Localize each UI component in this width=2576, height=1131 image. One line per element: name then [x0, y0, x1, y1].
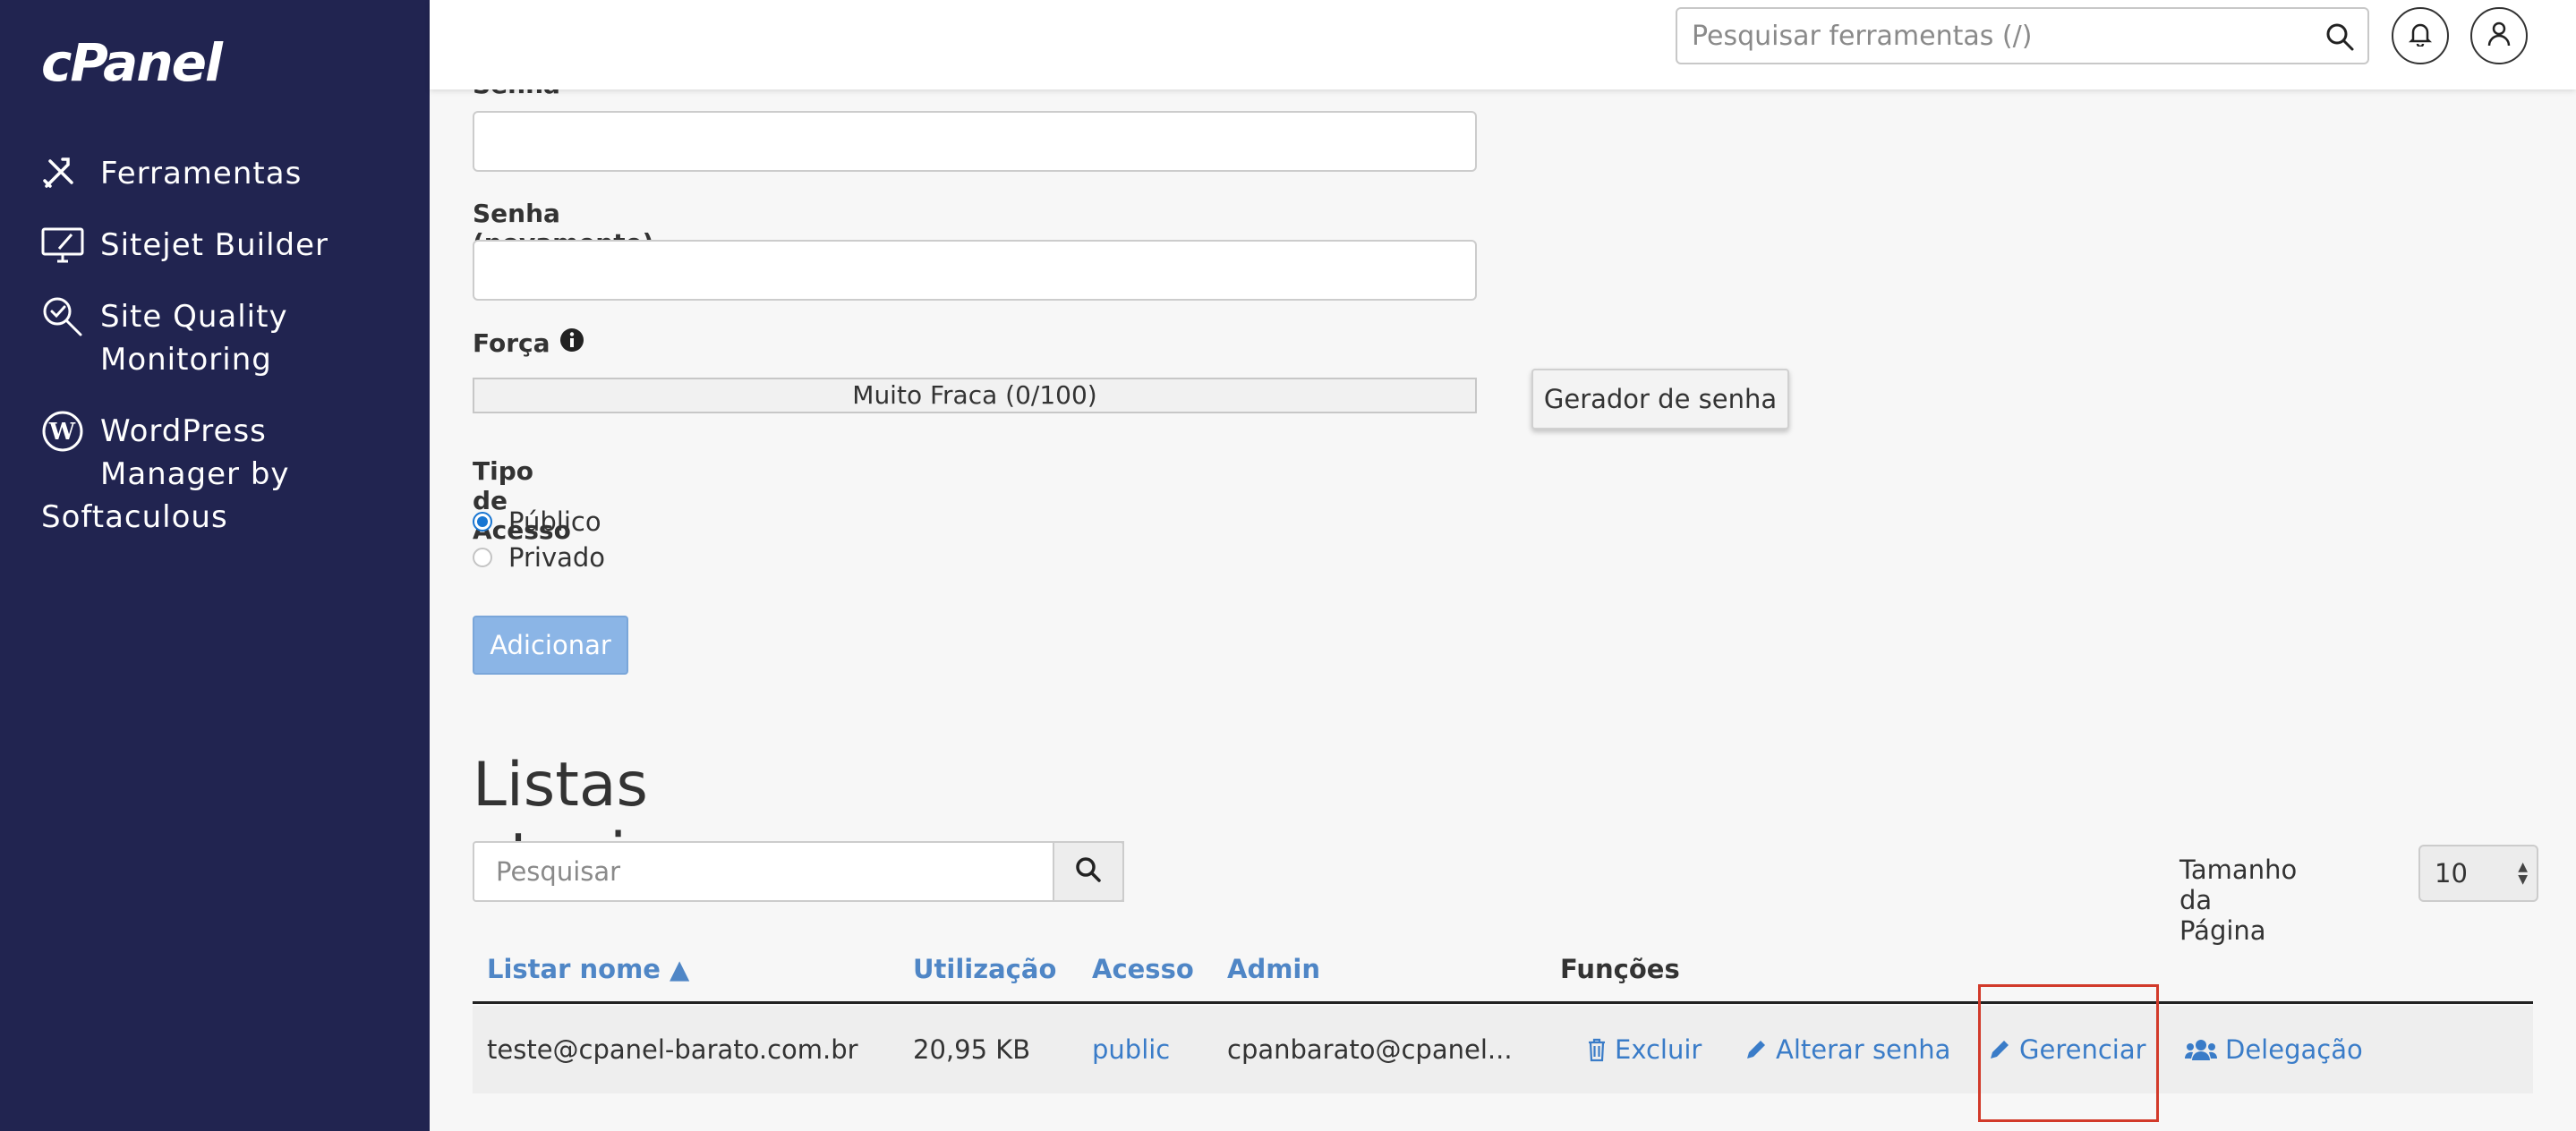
- change-password-label: Alterar senha: [1776, 1034, 1951, 1065]
- cpanel-logo[interactable]: cPanel: [41, 32, 223, 93]
- column-header-functions: Funções: [1560, 954, 1680, 984]
- radio-public[interactable]: [473, 512, 492, 531]
- manage-label: Gerenciar: [2019, 1034, 2146, 1065]
- wordpress-icon: W: [41, 410, 86, 453]
- cell-usage: 20,95 KB: [913, 1034, 1031, 1065]
- search-icon: [1075, 856, 1102, 887]
- sidebar-item-label: Ferramentas: [100, 156, 303, 191]
- delete-label: Excluir: [1615, 1034, 1702, 1065]
- delete-link[interactable]: Excluir: [1586, 1034, 1702, 1065]
- password-input[interactable]: [473, 111, 1477, 172]
- radio-label: Privado: [508, 542, 606, 573]
- strength-label-row: Força: [473, 327, 584, 359]
- cell-access-link[interactable]: public: [1092, 1034, 1170, 1065]
- tools-icon: [41, 152, 86, 195]
- delegation-label: Delegação: [2225, 1034, 2363, 1065]
- column-header-admin[interactable]: Admin: [1227, 954, 1320, 984]
- sidebar-item-label: Site Quality Monitoring: [100, 299, 288, 378]
- user-icon: [2486, 21, 2512, 51]
- svg-text:W: W: [48, 419, 76, 446]
- info-icon[interactable]: [559, 327, 584, 359]
- sidebar-item-label: Softaculous: [41, 499, 228, 535]
- list-search-button[interactable]: [1053, 841, 1124, 902]
- password-again-input[interactable]: [473, 240, 1477, 301]
- sidebar-item-sitejet[interactable]: Sitejet Builder: [41, 224, 328, 267]
- search-check-icon: [41, 295, 86, 338]
- strength-label: Força: [473, 328, 550, 358]
- top-header: [430, 0, 2576, 89]
- user-menu-button[interactable]: [2470, 7, 2528, 64]
- page-size-label: Tamanho da Página: [2179, 855, 2298, 946]
- trash-icon: [1589, 1038, 1605, 1062]
- radio-label: Público: [508, 506, 601, 537]
- sidebar-item-label: Sitejet Builder: [100, 227, 329, 263]
- access-option-public[interactable]: Público: [473, 506, 601, 537]
- add-button[interactable]: Adicionar: [473, 616, 628, 675]
- page-size-value: 10: [2435, 858, 2468, 889]
- page-size-select[interactable]: 10 ▲ ▼: [2418, 845, 2538, 902]
- delegation-link[interactable]: Delegação: [2184, 1034, 2363, 1065]
- sidebar: cPanel Ferramentas Sitejet Builder Site …: [0, 0, 430, 1131]
- table-row: teste@cpanel-barato.com.br 20,95 KB publ…: [473, 984, 2533, 1122]
- cell-admin: cpanbarato@cpanel...: [1227, 1034, 1513, 1065]
- list-search-box: [473, 841, 1124, 902]
- bell-icon: [2408, 21, 2433, 50]
- table-header: Listar nome ▲ Utilização Acesso Admin Fu…: [473, 950, 2533, 1004]
- radio-private[interactable]: [473, 548, 492, 567]
- column-header-name[interactable]: Listar nome ▲: [487, 954, 689, 984]
- sidebar-item-ferramentas[interactable]: Ferramentas: [41, 152, 302, 195]
- column-header-usage[interactable]: Utilização: [913, 954, 1056, 984]
- sidebar-item-site-quality[interactable]: Site Quality Monitoring: [41, 295, 288, 381]
- tools-search-input[interactable]: [1677, 9, 2304, 63]
- change-password-link[interactable]: Alterar senha: [1744, 1034, 1950, 1065]
- cell-list-name: teste@cpanel-barato.com.br: [487, 1034, 858, 1065]
- manage-link[interactable]: Gerenciar: [1987, 1034, 2146, 1065]
- column-header-access[interactable]: Acesso: [1092, 954, 1194, 984]
- list-search-input[interactable]: [474, 843, 1122, 900]
- monitor-design-icon: [41, 224, 86, 267]
- search-icon[interactable]: [2324, 21, 2355, 52]
- password-generator-button[interactable]: Gerador de senha: [1531, 369, 1789, 429]
- tools-search-box: [1676, 7, 2369, 64]
- select-arrows-icon: ▲ ▼: [2518, 860, 2528, 887]
- sidebar-item-label: WordPress Manager by: [100, 413, 290, 492]
- users-icon: [2184, 1040, 2218, 1060]
- pencil-icon: [1991, 1041, 2009, 1059]
- password-strength-meter: Muito Fraca (0/100): [473, 378, 1477, 413]
- sidebar-item-wordpress[interactable]: W WordPress Manager by: [41, 410, 290, 496]
- pencil-icon: [1747, 1041, 1765, 1059]
- sidebar-item-wordpress-cont[interactable]: Softaculous: [41, 496, 228, 539]
- access-option-private[interactable]: Privado: [473, 542, 605, 573]
- notifications-button[interactable]: [2392, 7, 2449, 64]
